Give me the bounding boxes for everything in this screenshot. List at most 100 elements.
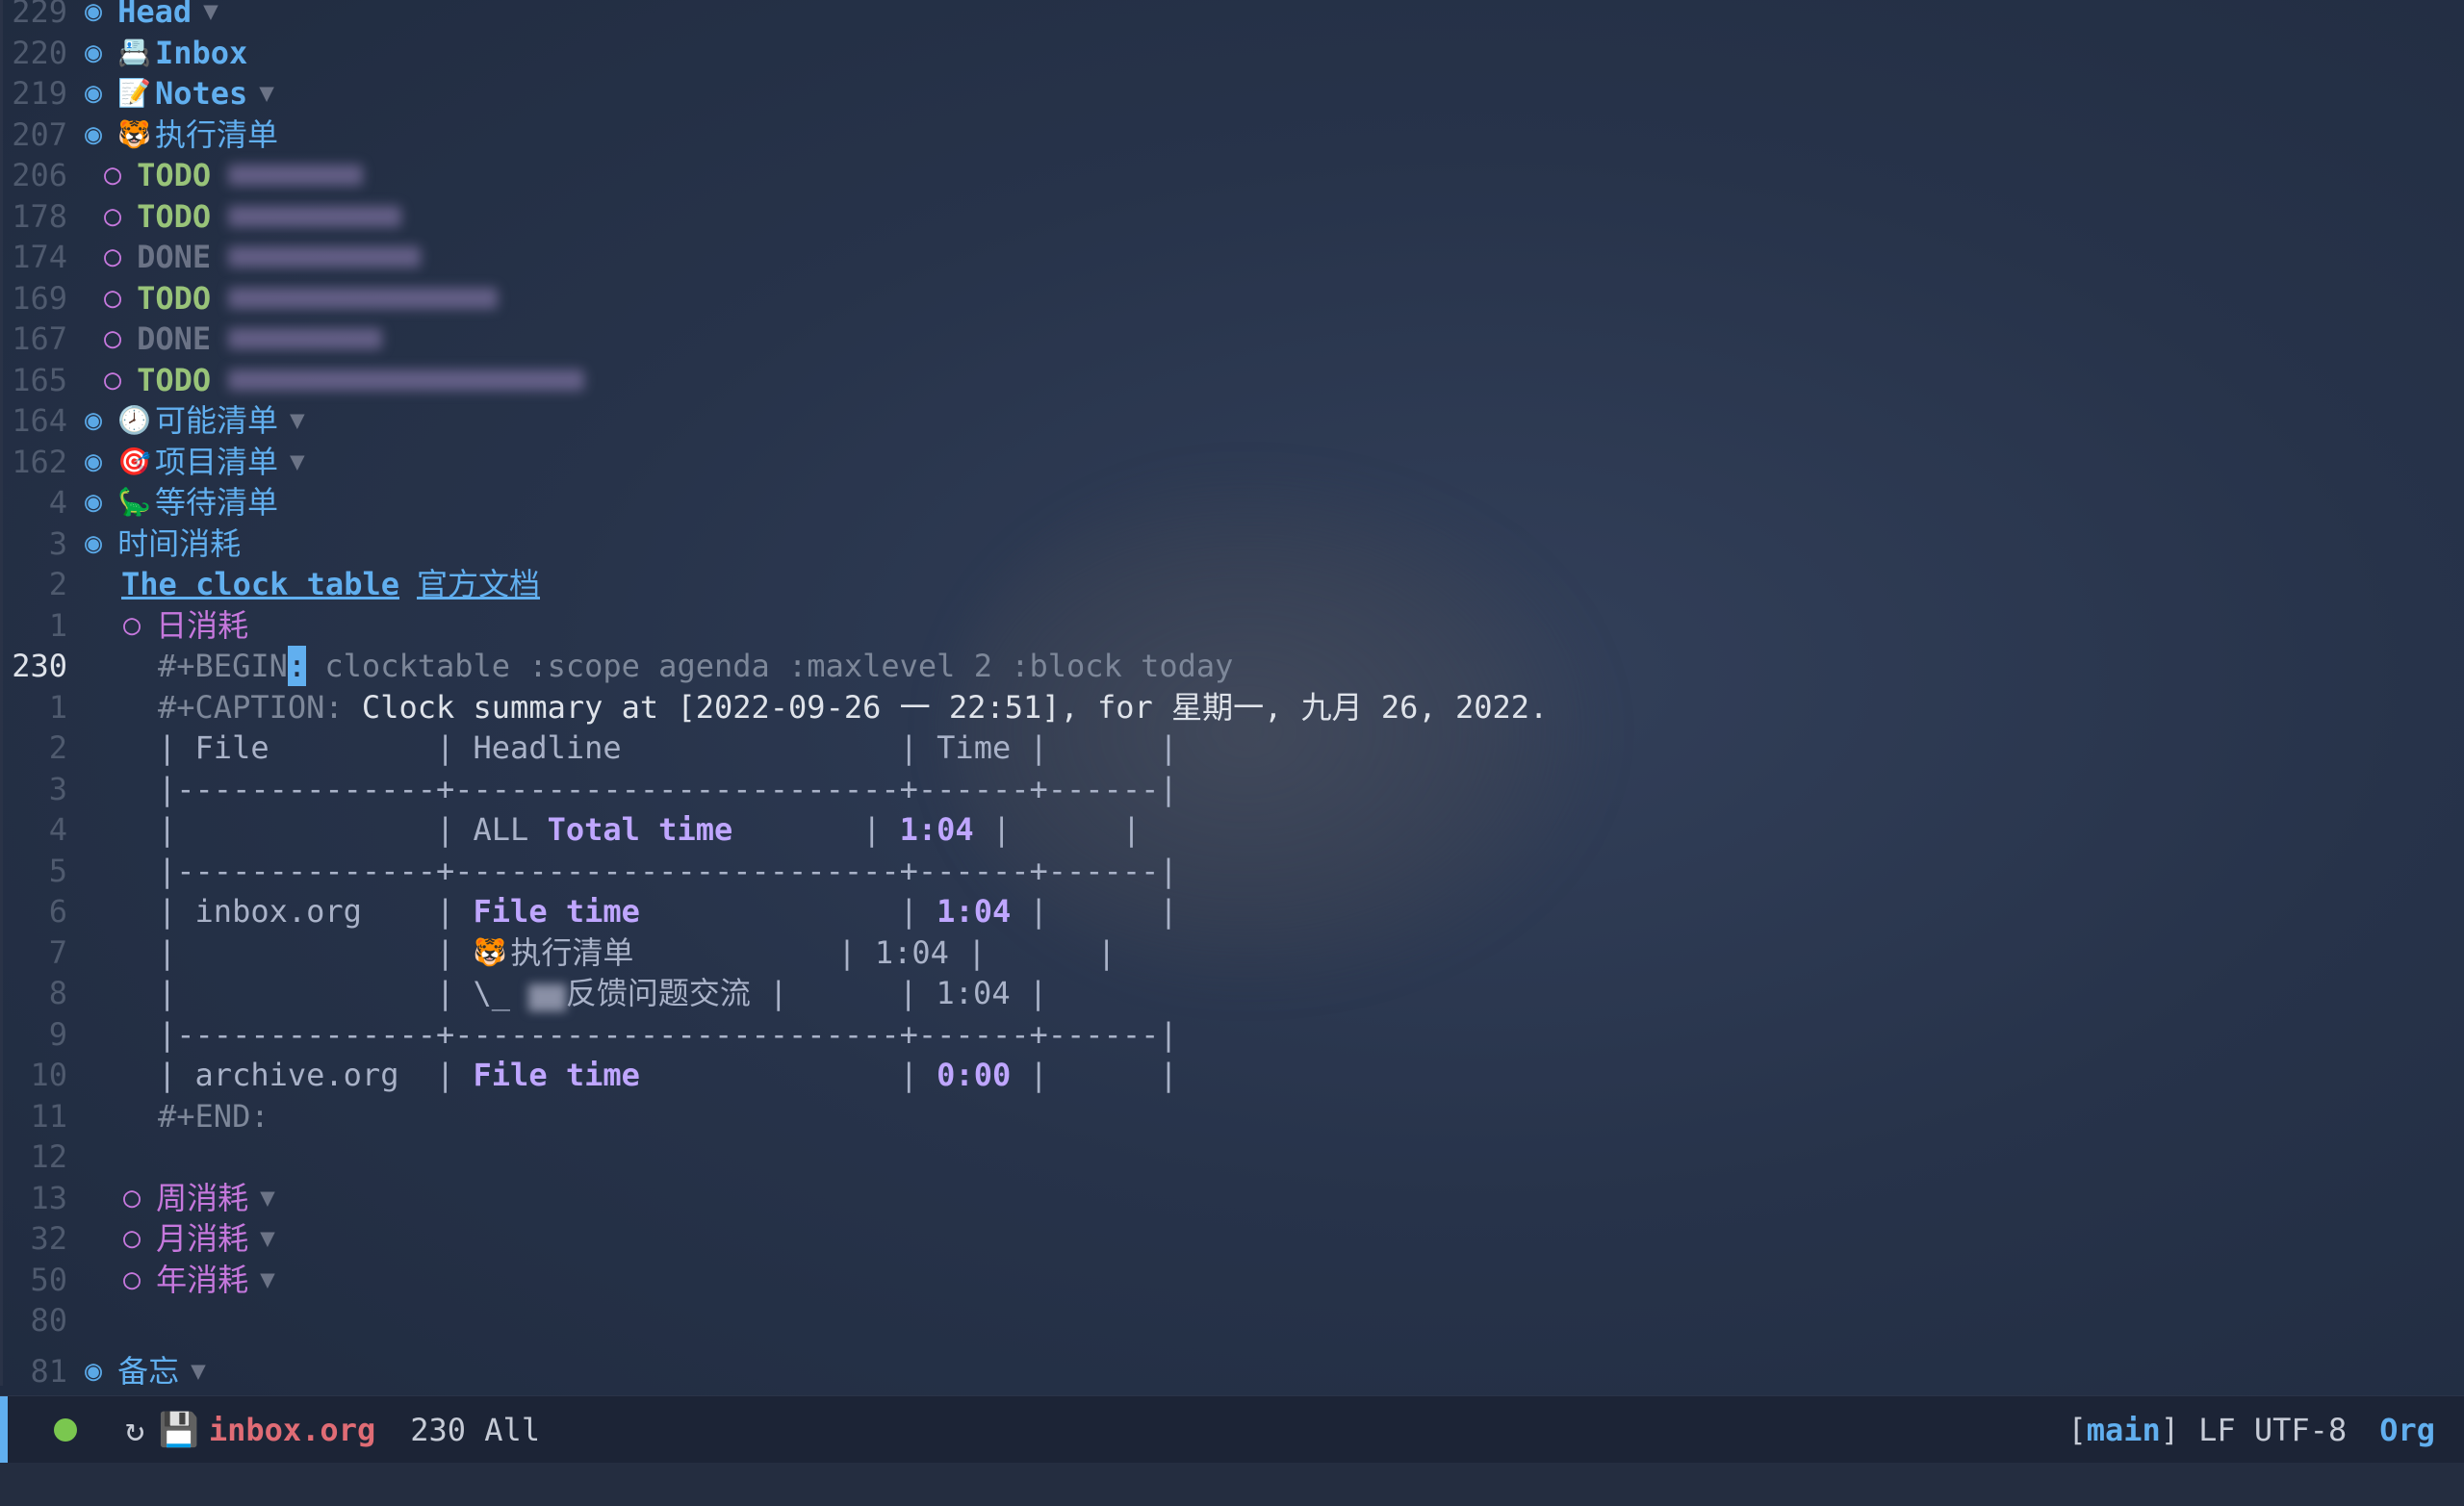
buffer-line[interactable]: 5 |--------------+-----------------------…	[0, 851, 1178, 891]
todo-bullet-icon[interactable]: ○	[104, 360, 121, 400]
heading-title[interactable]: 年消耗	[156, 1260, 248, 1300]
buffer-line[interactable]: 169 ○ TODO	[0, 278, 499, 319]
heading-bullet-icon[interactable]: ○	[123, 605, 141, 646]
fold-arrow-icon[interactable]: ▼	[259, 73, 274, 114]
buffer-line[interactable]: 164 ◉ 🕗 可能清单 ▼	[0, 400, 305, 441]
todo-bullet-icon[interactable]: ○	[104, 278, 121, 319]
link-text[interactable]: The clock table	[121, 566, 399, 602]
buffer-line[interactable]: 3 |--------------+-----------------------…	[0, 769, 1178, 809]
buffer-line[interactable]: 10 | archive.org | File time | 0:00 | |	[0, 1055, 1177, 1095]
heading-bullet-icon[interactable]: ◉	[85, 482, 102, 523]
buffer-line[interactable]: 13 ○ 周消耗 ▼	[0, 1178, 275, 1218]
heading-title[interactable]: 可能清单	[155, 400, 278, 441]
todo-bullet-icon[interactable]: ○	[104, 319, 121, 359]
fold-arrow-icon[interactable]: ▼	[290, 442, 305, 482]
link-suffix[interactable]: 官方文档	[417, 566, 540, 602]
heading-bullet-icon[interactable]: ◉	[85, 442, 102, 482]
buffer-line[interactable]: 81 ◉ 备忘 ▼	[0, 1351, 206, 1391]
heading-bullet-icon[interactable]: ◉	[85, 73, 102, 114]
table-time-value: 1:04	[936, 975, 1011, 1011]
buffer-line[interactable]: 12	[0, 1136, 67, 1177]
encoding-indicator[interactable]: LF UTF-8	[2198, 1412, 2347, 1448]
heading-bullet-icon[interactable]: ◉	[85, 400, 102, 441]
buffer-line[interactable]: 162 ◉ 🎯 项目清单 ▼	[0, 442, 305, 482]
buffer-line[interactable]: 11 #+END:	[0, 1096, 269, 1136]
buffer-line[interactable]: 4 ◉ 🦕 等待清单	[0, 482, 278, 523]
sync-icon[interactable]: ↻	[125, 1411, 144, 1449]
buffer-line[interactable]: 220 ◉ 📇 Inbox	[0, 33, 247, 73]
todo-bullet-icon[interactable]: ○	[104, 237, 121, 277]
fold-arrow-icon[interactable]: ▼	[290, 400, 305, 441]
line-number: 50	[30, 1261, 67, 1298]
heading-bullet-icon[interactable]: ○	[123, 1218, 141, 1259]
buffer-line[interactable]: 50 ○ 年消耗 ▼	[0, 1260, 275, 1300]
buffer-line[interactable]: 165 ○ TODO	[0, 360, 585, 400]
buffer-line[interactable]: 2 The clock table 官方文档	[0, 564, 540, 604]
fold-arrow-icon[interactable]: ▼	[260, 1218, 275, 1259]
fold-arrow-icon[interactable]: ▼	[191, 1351, 206, 1391]
active-window-indicator	[0, 1396, 8, 1464]
todo-bullet-icon[interactable]: ○	[104, 196, 121, 237]
todo-keyword[interactable]: TODO	[137, 278, 211, 319]
buffer-line[interactable]: 9 |--------------+-----------------------…	[0, 1014, 1178, 1055]
heading-title[interactable]: 项目清单	[155, 442, 278, 482]
line-content: ○ 周消耗 ▼	[123, 1178, 275, 1218]
buffer-line[interactable]: 1 #+CAPTION: Clock summary at [2022-09-26…	[0, 687, 1549, 727]
heading-title[interactable]: Notes	[155, 73, 247, 114]
fold-arrow-icon[interactable]: ▼	[260, 1178, 275, 1218]
text-cursor[interactable]: :	[287, 646, 307, 686]
todo-keyword[interactable]: TODO	[137, 360, 211, 400]
org-buffer[interactable]: 229 ◉ Head ▼ 220 ◉ 📇 Inbox 219 ◉ 📝 Notes ▼ 207 ◉ 🐯 执行清单 2…	[0, 0, 2464, 1390]
buffer-line[interactable]: 206 ○ TODO	[0, 155, 364, 195]
buffer-line[interactable]: 7 | | 🐯 执行清单 | 1:04 | |	[0, 932, 1116, 973]
table-separator: |	[633, 933, 875, 971]
heading-bullet-icon[interactable]: ◉	[85, 523, 102, 564]
heading-title[interactable]: 备忘	[117, 1351, 179, 1391]
heading-bullet-icon[interactable]: ○	[123, 1260, 141, 1300]
fold-arrow-icon[interactable]: ▼	[203, 0, 218, 32]
heading-title[interactable]: 执行清单	[155, 115, 278, 155]
heading-bullet-icon[interactable]: ◉	[85, 0, 102, 32]
done-keyword[interactable]: DONE	[137, 319, 211, 359]
buffer-line[interactable]: 3 ◉ 时间消耗	[0, 523, 241, 564]
todo-keyword[interactable]: TODO	[137, 196, 211, 237]
buffer-line[interactable]: 8 | | \_ ▆▆ 反馈问题交流 | | 1:04 |	[0, 973, 1047, 1013]
todo-bullet-icon[interactable]: ○	[104, 155, 121, 195]
buffer-line[interactable]: 80	[0, 1300, 67, 1340]
heading-title[interactable]: 月消耗	[156, 1218, 248, 1259]
buffer-line[interactable]: 229 ◉ Head ▼	[0, 0, 218, 32]
heading-bullet-icon[interactable]: ◉	[85, 115, 102, 155]
buffer-line[interactable]: 4 | | ALL Total time | 1:04 | |	[0, 809, 1141, 850]
buffer-line[interactable]: 2 | File | Headline | Time | |	[0, 727, 1178, 768]
buffer-line[interactable]: 167 ○ DONE	[0, 319, 383, 359]
buffer-line[interactable]: 230 #+BEGIN: clocktable :scope agenda :ma…	[0, 646, 1233, 686]
heading-title[interactable]: 时间消耗	[117, 523, 241, 564]
heading-title[interactable]: Head	[117, 0, 192, 32]
caption-keyword: #+CAPTION:	[158, 688, 344, 726]
heading-bullet-icon[interactable]: ◉	[85, 33, 102, 73]
heading-title[interactable]: Inbox	[155, 33, 247, 73]
buffer-line[interactable]: 174 ○ DONE	[0, 237, 422, 277]
buffer-line[interactable]: 6 | inbox.org | File time | 1:04 | |	[0, 891, 1178, 932]
echo-area[interactable]	[0, 1463, 2464, 1506]
heading-title[interactable]: 等待清单	[155, 482, 278, 523]
fold-arrow-icon[interactable]: ▼	[260, 1260, 275, 1300]
line-number: 169	[12, 279, 67, 317]
heading-bullet-icon[interactable]: ○	[123, 1178, 141, 1218]
buffer-line[interactable]: 178 ○ TODO	[0, 196, 402, 237]
buffer-line[interactable]: 1 ○ 日消耗	[0, 605, 248, 646]
buffer-line[interactable]: 219 ◉ 📝 Notes ▼	[0, 73, 274, 114]
todo-keyword[interactable]: TODO	[137, 155, 211, 195]
heading-title[interactable]: 日消耗	[156, 605, 248, 646]
clocktable-doc-link[interactable]: The clock table 官方文档	[121, 564, 540, 604]
vcs-branch[interactable]: main	[2087, 1412, 2161, 1448]
done-keyword[interactable]: DONE	[137, 237, 211, 277]
line-number: 2	[48, 729, 67, 766]
major-mode[interactable]: Org	[2379, 1412, 2435, 1448]
buffer-line[interactable]: 207 ◉ 🐯 执行清单	[0, 115, 278, 155]
buffer-filename[interactable]: inbox.org	[209, 1412, 375, 1448]
save-icon[interactable]: 💾	[158, 1411, 198, 1449]
buffer-line[interactable]: 32 ○ 月消耗 ▼	[0, 1218, 275, 1259]
heading-title[interactable]: 周消耗	[156, 1178, 248, 1218]
heading-bullet-icon[interactable]: ◉	[85, 1351, 102, 1391]
